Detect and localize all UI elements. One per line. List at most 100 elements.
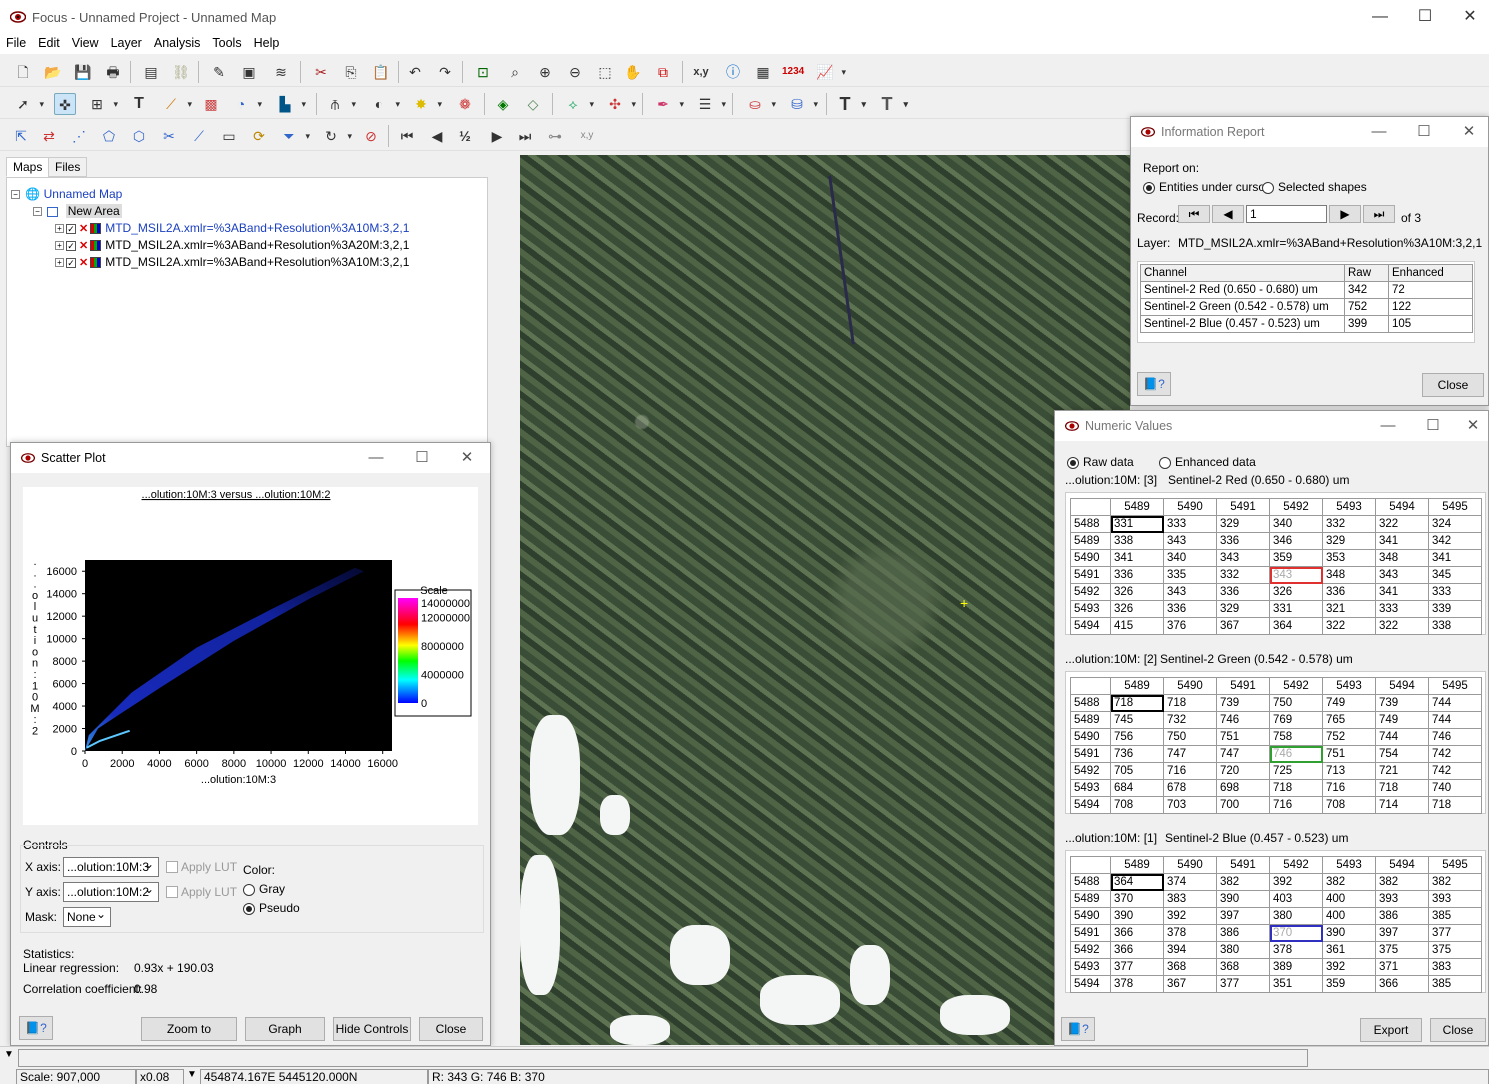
scatter-close-button[interactable]: Close [419, 1017, 483, 1041]
record-input[interactable]: 1 [1246, 205, 1327, 223]
shape-icon[interactable]: ◔ [230, 93, 262, 115]
value-cell[interactable]: 359 [1322, 975, 1376, 993]
rectangle-icon[interactable]: ▭ [218, 125, 240, 147]
value-cell[interactable]: 718 [1269, 779, 1323, 797]
pen-color-icon[interactable]: ✒ [652, 93, 684, 115]
value-cell[interactable]: 684 [1110, 779, 1164, 797]
value-cell[interactable]: 744 [1428, 711, 1482, 729]
value-cell[interactable]: 716 [1322, 779, 1376, 797]
value-cell[interactable]: 393 [1375, 890, 1429, 908]
first-record-icon[interactable]: ⏮ [396, 125, 418, 147]
value-cell[interactable]: 377 [1216, 975, 1270, 993]
value-cell[interactable]: 720 [1216, 762, 1270, 780]
value-cell[interactable]: 382 [1322, 873, 1376, 891]
line-split-icon[interactable]: ⟋ [188, 125, 210, 147]
numeric-minimize-button[interactable]: — [1366, 411, 1410, 441]
font-icon[interactable]: T [834, 93, 867, 115]
value-cell[interactable]: 393 [1428, 890, 1482, 908]
value-cell[interactable]: 732 [1163, 711, 1217, 729]
value-cell[interactable]: 749 [1322, 694, 1376, 712]
new-file-icon[interactable]: 🗋 [12, 61, 34, 83]
value-cell[interactable]: 721 [1375, 762, 1429, 780]
value-cell[interactable]: 765 [1322, 711, 1376, 729]
value-cell[interactable]: 333 [1163, 515, 1217, 533]
value-cell[interactable]: 718 [1375, 779, 1429, 797]
text-tool-icon[interactable]: T [128, 93, 150, 115]
collapse-icon[interactable]: − [33, 207, 42, 217]
numeric-icon[interactable]: 1234 [782, 61, 804, 83]
brush-icon[interactable]: ⟋ [160, 93, 192, 115]
zoom-out-icon[interactable]: ⊖ [564, 61, 586, 83]
last-record-icon[interactable]: ⏭ [514, 125, 536, 147]
expand-icon[interactable]: + [55, 258, 64, 268]
node-tool-icon[interactable]: ✣ [604, 93, 636, 115]
value-cell[interactable]: 394 [1163, 941, 1217, 959]
map-name[interactable]: Unnamed Map [44, 187, 123, 201]
value-cell[interactable]: 397 [1375, 924, 1429, 942]
value-cell[interactable]: 751 [1216, 728, 1270, 746]
layer-visible-checkbox[interactable]: ✓ [66, 223, 76, 234]
x-apply-lut-checkbox[interactable] [166, 861, 178, 873]
value-cell[interactable]: 343 [1269, 566, 1323, 584]
value-cell[interactable]: 385 [1428, 907, 1482, 925]
value-cell[interactable]: 351 [1269, 975, 1323, 993]
value-cell[interactable]: 333 [1375, 600, 1429, 618]
value-cell[interactable]: 331 [1110, 515, 1164, 533]
value-cell[interactable]: 725 [1269, 762, 1323, 780]
window-icon[interactable]: ▣ [238, 61, 260, 83]
coordinates-icon[interactable]: x,y [690, 61, 712, 83]
value-cell[interactable]: 739 [1375, 694, 1429, 712]
value-cell[interactable]: 326 [1110, 600, 1164, 618]
value-cell[interactable]: 742 [1428, 762, 1482, 780]
gray-radio[interactable]: Gray [243, 882, 285, 896]
value-cell[interactable]: 336 [1322, 583, 1376, 601]
prev-record-icon[interactable]: ◀ [426, 125, 448, 147]
value-cell[interactable]: 749 [1375, 711, 1429, 729]
status-dropdown-icon[interactable]: ▼ [4, 1049, 14, 1060]
numeric-close-x-button[interactable]: ✕ [1456, 411, 1489, 441]
value-cell[interactable]: 392 [1322, 958, 1376, 976]
properties-icon[interactable]: ▤ [140, 61, 162, 83]
coord-dropdown-icon[interactable]: ▼ [187, 1069, 197, 1080]
edit-shape-icon[interactable]: ✜ [54, 93, 76, 115]
value-cell[interactable]: 374 [1163, 873, 1217, 891]
value-cell[interactable]: 382 [1375, 873, 1429, 891]
font-size-icon[interactable]: T [876, 93, 909, 115]
menu-tools[interactable]: Tools [206, 34, 247, 52]
value-cell[interactable]: 678 [1163, 779, 1217, 797]
radio-on-icon[interactable] [243, 902, 255, 915]
value-cell[interactable]: 353 [1322, 549, 1376, 567]
line-tool-icon[interactable]: ⫚ [324, 93, 356, 115]
value-cell[interactable]: 415 [1110, 617, 1164, 635]
value-cell[interactable]: 713 [1322, 762, 1376, 780]
next-record-icon[interactable]: ▶ [486, 125, 508, 147]
radio-on-icon[interactable] [1143, 181, 1155, 194]
info-icon[interactable]: ⓘ [722, 61, 744, 83]
value-cell[interactable]: 718 [1428, 796, 1482, 814]
prev-record-button[interactable]: ◀ [1212, 205, 1244, 223]
info-close-button[interactable]: Close [1422, 373, 1484, 397]
value-cell[interactable]: 392 [1163, 907, 1217, 925]
numeric-help-button[interactable]: 📘? [1061, 1017, 1095, 1041]
print-icon[interactable]: 🖶 [102, 61, 124, 83]
value-cell[interactable]: 343 [1375, 566, 1429, 584]
tab-files[interactable]: Files [48, 157, 88, 177]
value-cell[interactable]: 340 [1163, 549, 1217, 567]
value-cell[interactable]: 370 [1269, 924, 1323, 942]
fill-color-icon[interactable]: ⛀ [744, 93, 776, 115]
polygon-icon[interactable]: ⬠ [98, 125, 120, 147]
value-cell[interactable]: 343 [1163, 583, 1217, 601]
value-cell[interactable]: 342 [1428, 532, 1482, 550]
value-cell[interactable]: 348 [1322, 566, 1376, 584]
value-cell[interactable]: 708 [1110, 796, 1164, 814]
value-cell[interactable]: 375 [1428, 941, 1482, 959]
entities-radio[interactable]: Entities under cursor [1143, 180, 1269, 194]
layer-stack-icon[interactable]: ◇ [522, 93, 544, 115]
expand-icon[interactable]: + [55, 241, 64, 251]
info-maximize-button[interactable]: ☐ [1402, 117, 1446, 147]
value-cell[interactable]: 343 [1216, 549, 1270, 567]
value-cell[interactable]: 322 [1375, 515, 1429, 533]
menu-layer[interactable]: Layer [105, 34, 148, 52]
copy-icon[interactable]: ⎘ [340, 61, 362, 83]
value-cell[interactable]: 331 [1269, 600, 1323, 618]
